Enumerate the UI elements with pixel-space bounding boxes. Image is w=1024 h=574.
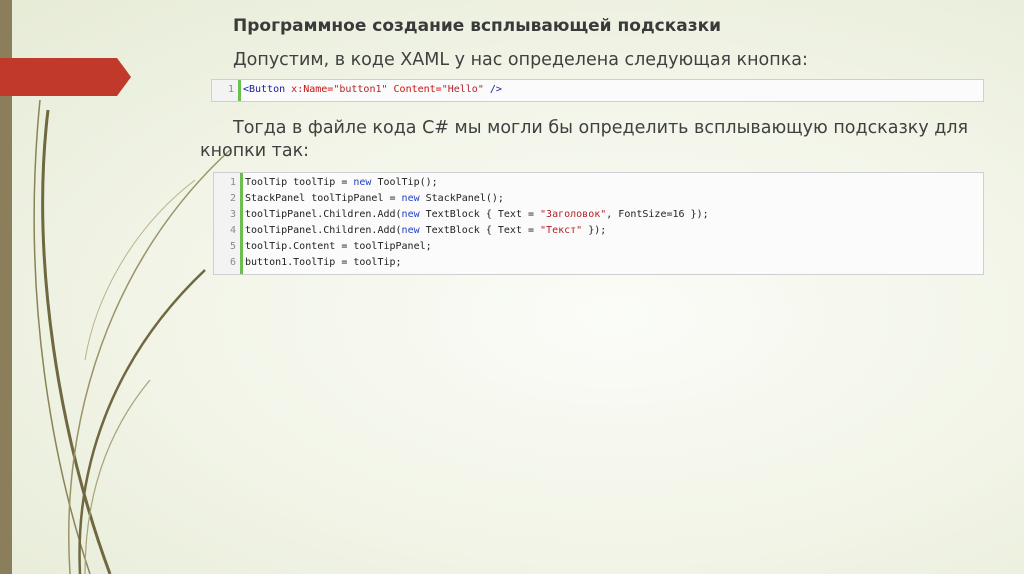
code-token: ToolTip toolTip = (245, 177, 354, 188)
red-arrow-tab (0, 58, 131, 96)
code-token: toolTip.Content = toolTipPanel; (245, 241, 432, 252)
code-token: new (401, 193, 420, 204)
code-token: new (353, 177, 372, 188)
line-number: 2 (229, 193, 236, 204)
code-text: <Button x:Name="button1" Content="Hello"… (243, 82, 502, 98)
code-token: TextBlock { Text = (419, 225, 541, 236)
line-number: 3 (229, 209, 236, 220)
code-text: StackPanel toolTipPanel = new StackPanel… (245, 191, 504, 207)
code-token: "Заголовок" (540, 209, 607, 220)
code-token: "Hello" (441, 84, 484, 95)
code-token: "Текст" (540, 225, 583, 236)
code-text: toolTip.Content = toolTipPanel; (245, 239, 432, 255)
code-token: StackPanel toolTipPanel = (245, 193, 402, 204)
xaml-code-block: 1 <Button x:Name="button1" Content="Hello… (211, 79, 984, 102)
code-text: toolTipPanel.Children.Add(new TextBlock … (245, 207, 709, 223)
code-token: /> (483, 84, 502, 95)
code-text: button1.ToolTip = toolTip; (245, 255, 402, 271)
intro-text: Допустим, в коде XAML у нас определена с… (233, 50, 808, 70)
code-token: , FontSize=16 }); (606, 209, 709, 220)
paragraph-line-2: кнопки так: (200, 141, 310, 161)
slide-title: Программное создание всплывающей подсказ… (233, 16, 722, 36)
code-text: ToolTip toolTip = new ToolTip(); (245, 175, 438, 191)
code-token: toolTipPanel.Children.Add( (245, 209, 402, 220)
code-token: <Button (243, 84, 292, 95)
line-number: 1 (227, 84, 234, 95)
code-token: ToolTip(); (371, 177, 438, 188)
paragraph-line-1: Тогда в файле кода C# мы могли бы опреде… (233, 118, 969, 138)
code-token: button1.ToolTip = toolTip; (245, 257, 402, 268)
code-token: x:Name= (291, 84, 334, 95)
csharp-code-block: 1 ToolTip toolTip = new ToolTip(); 2 StackP… (213, 172, 984, 275)
line-number: 1 (229, 177, 236, 188)
line-number: 5 (229, 241, 236, 252)
description-paragraph: Тогда в файле кода C# мы могли бы опреде… (200, 117, 1010, 163)
line-number: 6 (229, 257, 236, 268)
code-token: }); (582, 225, 607, 236)
code-token: "button1" (333, 84, 388, 95)
code-token: new (401, 209, 420, 220)
code-token: Content= (387, 84, 442, 95)
line-number: 4 (229, 225, 236, 236)
code-token: new (401, 225, 420, 236)
code-token: TextBlock { Text = (419, 209, 541, 220)
code-text: toolTipPanel.Children.Add(new TextBlock … (245, 223, 606, 239)
code-token: StackPanel(); (419, 193, 504, 204)
code-token: toolTipPanel.Children.Add( (245, 225, 402, 236)
